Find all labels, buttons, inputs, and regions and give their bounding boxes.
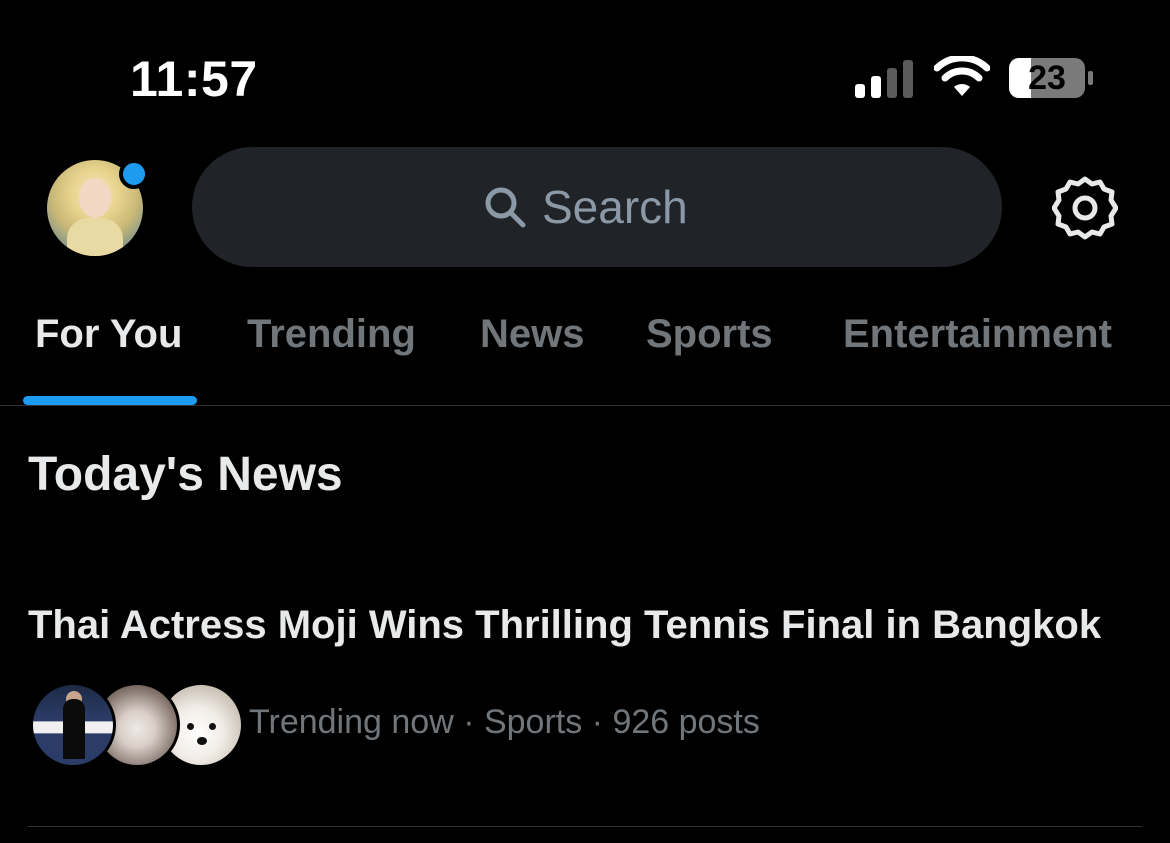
search-input[interactable] <box>542 180 712 234</box>
news-headline[interactable]: Thai Actress Moji Wins Thrilling Tennis … <box>28 603 1101 648</box>
tab-bar: For You Trending News Sports Entertainme… <box>0 290 1170 406</box>
search-bar[interactable] <box>192 147 1002 267</box>
divider <box>28 826 1142 827</box>
avatar-face <box>79 178 111 218</box>
battery-level: 23 <box>1028 59 1066 97</box>
active-tab-indicator <box>23 396 197 405</box>
thumbnail-tennis-player <box>30 682 116 768</box>
news-thumbnails <box>30 682 244 768</box>
search-icon <box>485 187 526 228</box>
avatar-figure <box>67 218 123 256</box>
status-bar: 11:57 23 <box>0 0 1170 140</box>
tab-entertainment[interactable]: Entertainment <box>843 312 1112 357</box>
battery-icon: 23 <box>1008 56 1094 100</box>
notification-dot <box>119 159 149 189</box>
status-time: 11:57 <box>130 51 258 107</box>
gear-icon[interactable] <box>1052 175 1118 241</box>
cellular-signal-icon <box>855 58 915 98</box>
tab-news[interactable]: News <box>480 312 585 357</box>
news-meta: Trending now · Sports · 926 posts <box>249 703 760 741</box>
tab-trending[interactable]: Trending <box>247 312 416 357</box>
section-title: Today's News <box>28 448 343 501</box>
wifi-icon <box>934 56 990 96</box>
tab-for-you[interactable]: For You <box>35 312 182 357</box>
tab-sports[interactable]: Sports <box>646 312 773 357</box>
